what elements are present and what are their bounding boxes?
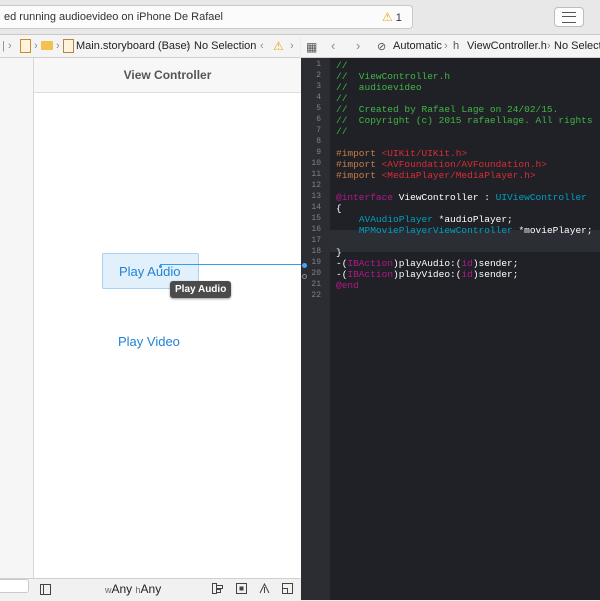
source-editor[interactable]: 1 2 3 4 5 6 7 8 9 10 11 12 13 14 15 16 1… bbox=[301, 58, 600, 600]
code-line: @end bbox=[336, 280, 359, 291]
chevron-right-icon: › bbox=[444, 40, 448, 52]
warning-indicator[interactable]: ⚠ 1 bbox=[382, 10, 402, 24]
status-text: ed running audioevideo on iPhone De Rafa… bbox=[4, 11, 223, 23]
line-number: 13 bbox=[311, 192, 321, 201]
line-number: 15 bbox=[311, 214, 321, 223]
code-line: // bbox=[336, 126, 348, 137]
line-number: 21 bbox=[311, 280, 321, 289]
align-icon[interactable] bbox=[212, 583, 223, 594]
line-number: 18 bbox=[311, 247, 321, 256]
line-number: 17 bbox=[311, 236, 321, 245]
code-line: // Copyright (c) 2015 rafaellage. All ri… bbox=[336, 115, 593, 126]
code-line: -(IBAction)playAudio:(id)sender; bbox=[336, 258, 519, 269]
storyboard-jump-bar: | › › › Main.storyboard (Base) › No Sele… bbox=[0, 35, 300, 58]
line-number: 11 bbox=[311, 170, 321, 179]
view-controller-scene[interactable]: View Controller Play Audio Play Audio Pl… bbox=[33, 58, 301, 578]
line-number-gutter: 1 2 3 4 5 6 7 8 9 10 11 12 13 14 15 16 1… bbox=[301, 58, 330, 600]
line-number: 16 bbox=[311, 225, 321, 234]
line-number: 6 bbox=[316, 115, 321, 124]
code-line: { bbox=[336, 203, 342, 214]
code-line: AVAudioPlayer *audioPlayer; bbox=[358, 214, 513, 225]
header-icon: h bbox=[453, 40, 460, 52]
canvas-bottom-bar: wAny hAny bbox=[0, 578, 300, 601]
warning-icon: ⚠ bbox=[382, 10, 393, 24]
connection-line bbox=[160, 264, 303, 265]
chevron-right-icon: › bbox=[186, 40, 190, 52]
assistant-file[interactable]: ViewController.h bbox=[467, 40, 547, 52]
folder-icon[interactable] bbox=[41, 41, 53, 50]
back-icon[interactable]: | bbox=[2, 40, 5, 52]
line-number: 8 bbox=[316, 137, 321, 146]
code-line: @interface ViewController : UIViewContro… bbox=[336, 192, 587, 203]
line-number: 5 bbox=[316, 104, 321, 113]
previous-issue-icon[interactable]: ‹ bbox=[260, 40, 264, 52]
line-number: 1 bbox=[316, 60, 321, 69]
outline-toggle-button[interactable] bbox=[0, 579, 29, 593]
code-line: #import <AVFoundation/AVFoundation.h> bbox=[336, 159, 547, 170]
jump-bar-file[interactable]: Main.storyboard (Base) bbox=[76, 40, 190, 52]
assistant-mode[interactable]: Automatic bbox=[393, 40, 442, 52]
assistant-selection[interactable]: No Selectio bbox=[554, 40, 600, 52]
code-line: #import <MediaPlayer/MediaPlayer.h> bbox=[336, 170, 536, 181]
warning-icon[interactable]: ⚠ bbox=[273, 39, 284, 53]
file-icon[interactable] bbox=[20, 39, 31, 53]
line-number: 12 bbox=[311, 181, 321, 190]
doc-outline-icon[interactable] bbox=[40, 584, 51, 595]
chevron-right-icon: › bbox=[8, 40, 12, 52]
code-line: // bbox=[336, 93, 348, 104]
chevron-right-icon: › bbox=[547, 40, 551, 52]
activity-view[interactable]: ed running audioevideo on iPhone De Rafa… bbox=[0, 5, 413, 29]
size-class-control[interactable]: wAny hAny bbox=[105, 582, 161, 596]
width-class: Any bbox=[111, 582, 133, 596]
assistant-jump-bar: ▦ ‹ › ⊘ Automatic › h ViewController.h ›… bbox=[301, 35, 600, 58]
lines-icon bbox=[562, 12, 576, 23]
resolve-icon[interactable] bbox=[259, 583, 270, 594]
next-issue-icon[interactable]: › bbox=[290, 40, 294, 52]
line-number: 10 bbox=[311, 159, 321, 168]
play-audio-label: Play Audio bbox=[119, 264, 181, 279]
forward-icon[interactable]: › bbox=[356, 38, 360, 53]
storyboard-canvas[interactable]: View Controller Play Audio Play Audio Pl… bbox=[0, 58, 303, 601]
line-number: 7 bbox=[316, 126, 321, 135]
back-icon[interactable]: ‹ bbox=[331, 38, 335, 53]
line-number: 22 bbox=[311, 291, 321, 300]
standard-editor-button[interactable] bbox=[554, 7, 584, 27]
line-number: 2 bbox=[316, 71, 321, 80]
toolbar: ed running audioevideo on iPhone De Rafa… bbox=[0, 0, 600, 35]
resize-icon[interactable] bbox=[282, 583, 293, 594]
code-line: // audioevideo bbox=[336, 82, 422, 93]
related-icon[interactable]: ⊘ bbox=[377, 40, 386, 53]
code-line: // Created by Rafael Lage on 24/02/15. bbox=[336, 104, 559, 115]
jump-bar-selection[interactable]: No Selection bbox=[194, 40, 256, 52]
storyboard-file-icon bbox=[63, 39, 74, 53]
line-number: 14 bbox=[311, 203, 321, 212]
connection-tooltip: Play Audio bbox=[170, 281, 232, 298]
code-line: } bbox=[336, 247, 342, 258]
chevron-right-icon: › bbox=[34, 40, 38, 52]
line-number: 9 bbox=[316, 148, 321, 157]
grid-icon[interactable]: ▦ bbox=[306, 40, 317, 54]
code-line: -(IBAction)playVideo:(id)sender; bbox=[336, 269, 519, 280]
outlet-empty-icon[interactable] bbox=[302, 274, 307, 279]
line-number: 3 bbox=[316, 82, 321, 91]
chevron-right-icon: › bbox=[56, 40, 60, 52]
code-line: MPMoviePlayerViewController *moviePlayer… bbox=[358, 225, 593, 236]
play-video-button[interactable]: Play Video bbox=[118, 334, 180, 349]
warning-count: 1 bbox=[395, 12, 402, 24]
code-line: // ViewController.h bbox=[336, 71, 451, 82]
line-number: 4 bbox=[316, 93, 321, 102]
pin-icon[interactable] bbox=[236, 583, 247, 594]
scene-title: View Controller bbox=[34, 58, 301, 93]
height-class: Any bbox=[140, 582, 162, 596]
code-line: #import <UIKit/UIKit.h> bbox=[336, 148, 468, 159]
outlet-connected-icon[interactable] bbox=[302, 263, 307, 268]
code-line: // bbox=[336, 60, 348, 71]
connection-handle[interactable] bbox=[159, 265, 162, 268]
